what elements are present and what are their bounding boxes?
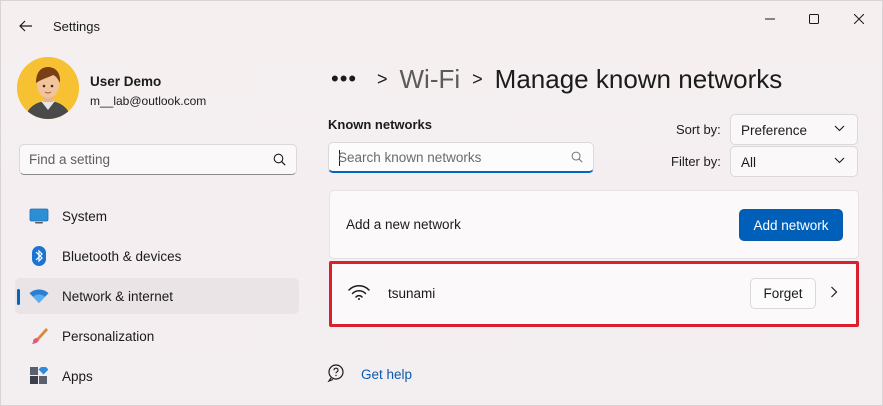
settings-window: Settings User Demo m__lab@outlook.com Fi… [0,0,883,406]
sidebar-item-label: Bluetooth & devices [62,249,182,264]
breadcrumb-more-button[interactable]: ••• [331,66,365,92]
app-title: Settings [53,19,100,34]
monitor-icon [29,206,49,226]
add-network-card: Add a new network Add network [329,190,859,259]
wifi-icon [29,286,49,306]
apps-icon [29,366,49,386]
user-name: User Demo [90,74,162,89]
breadcrumb-wifi-link[interactable]: Wi-Fi [400,64,461,95]
maximize-button[interactable] [791,9,837,29]
close-icon [854,14,864,24]
bluetooth-icon [29,246,49,266]
sidebar-item-personalization[interactable]: Personalization [15,318,299,354]
wifi-signal-icon [348,285,370,300]
maximize-icon [809,14,819,24]
avatar[interactable] [17,57,79,119]
sidebar-item-network[interactable]: Network & internet [15,278,299,314]
known-networks-search[interactable] [328,142,594,173]
sidebar-item-label: System [62,209,108,224]
breadcrumb: ••• > Wi-Fi > Manage known networks [331,59,782,99]
breadcrumb-separator: > [472,68,483,89]
arrow-left-icon [19,20,32,32]
minimize-button[interactable] [747,9,793,29]
brush-icon [29,326,49,346]
known-networks-label: Known networks [328,117,433,132]
title-bar: Settings [1,1,882,51]
breadcrumb-separator: > [377,68,388,89]
filter-by-value: All [741,155,757,170]
user-avatar-icon [17,57,79,119]
chevron-down-icon [834,157,845,164]
chevron-right-icon[interactable] [830,286,838,298]
network-name: tsunami [388,286,436,301]
sidebar-item-system[interactable]: System [15,198,299,234]
get-help-link[interactable]: Get help [361,367,412,382]
sidebar-item-label: Apps [62,369,93,384]
close-button[interactable] [836,9,882,29]
known-networks-search-input[interactable] [338,143,558,171]
help-chat-icon [327,364,344,383]
sidebar-item-label: Network & internet [62,289,174,304]
filter-by-dropdown[interactable]: All [730,146,858,177]
sidebar-item-label: Personalization [62,329,155,344]
sort-by-label: Sort by: [676,122,721,137]
page-title: Manage known networks [494,63,783,94]
network-list-item[interactable]: tsunami Forget [329,261,859,327]
active-indicator [17,289,20,305]
add-network-button[interactable]: Add network [739,209,843,241]
sidebar-item-apps[interactable]: Apps [15,358,299,394]
back-button[interactable] [15,15,37,37]
sidebar-item-bluetooth[interactable]: Bluetooth & devices [15,238,299,274]
find-setting-input[interactable] [29,145,259,174]
sort-by-value: Preference [741,123,808,138]
find-setting-search[interactable] [19,144,297,175]
add-network-label: Add a new network [346,217,461,232]
search-icon [571,151,583,163]
filter-by-label: Filter by: [671,154,721,169]
sort-by-dropdown[interactable]: Preference [730,114,858,145]
user-email: m__lab@outlook.com [90,94,207,108]
chevron-down-icon [834,125,845,132]
search-icon [273,153,286,166]
minimize-icon [765,18,775,20]
forget-button[interactable]: Forget [750,278,816,309]
